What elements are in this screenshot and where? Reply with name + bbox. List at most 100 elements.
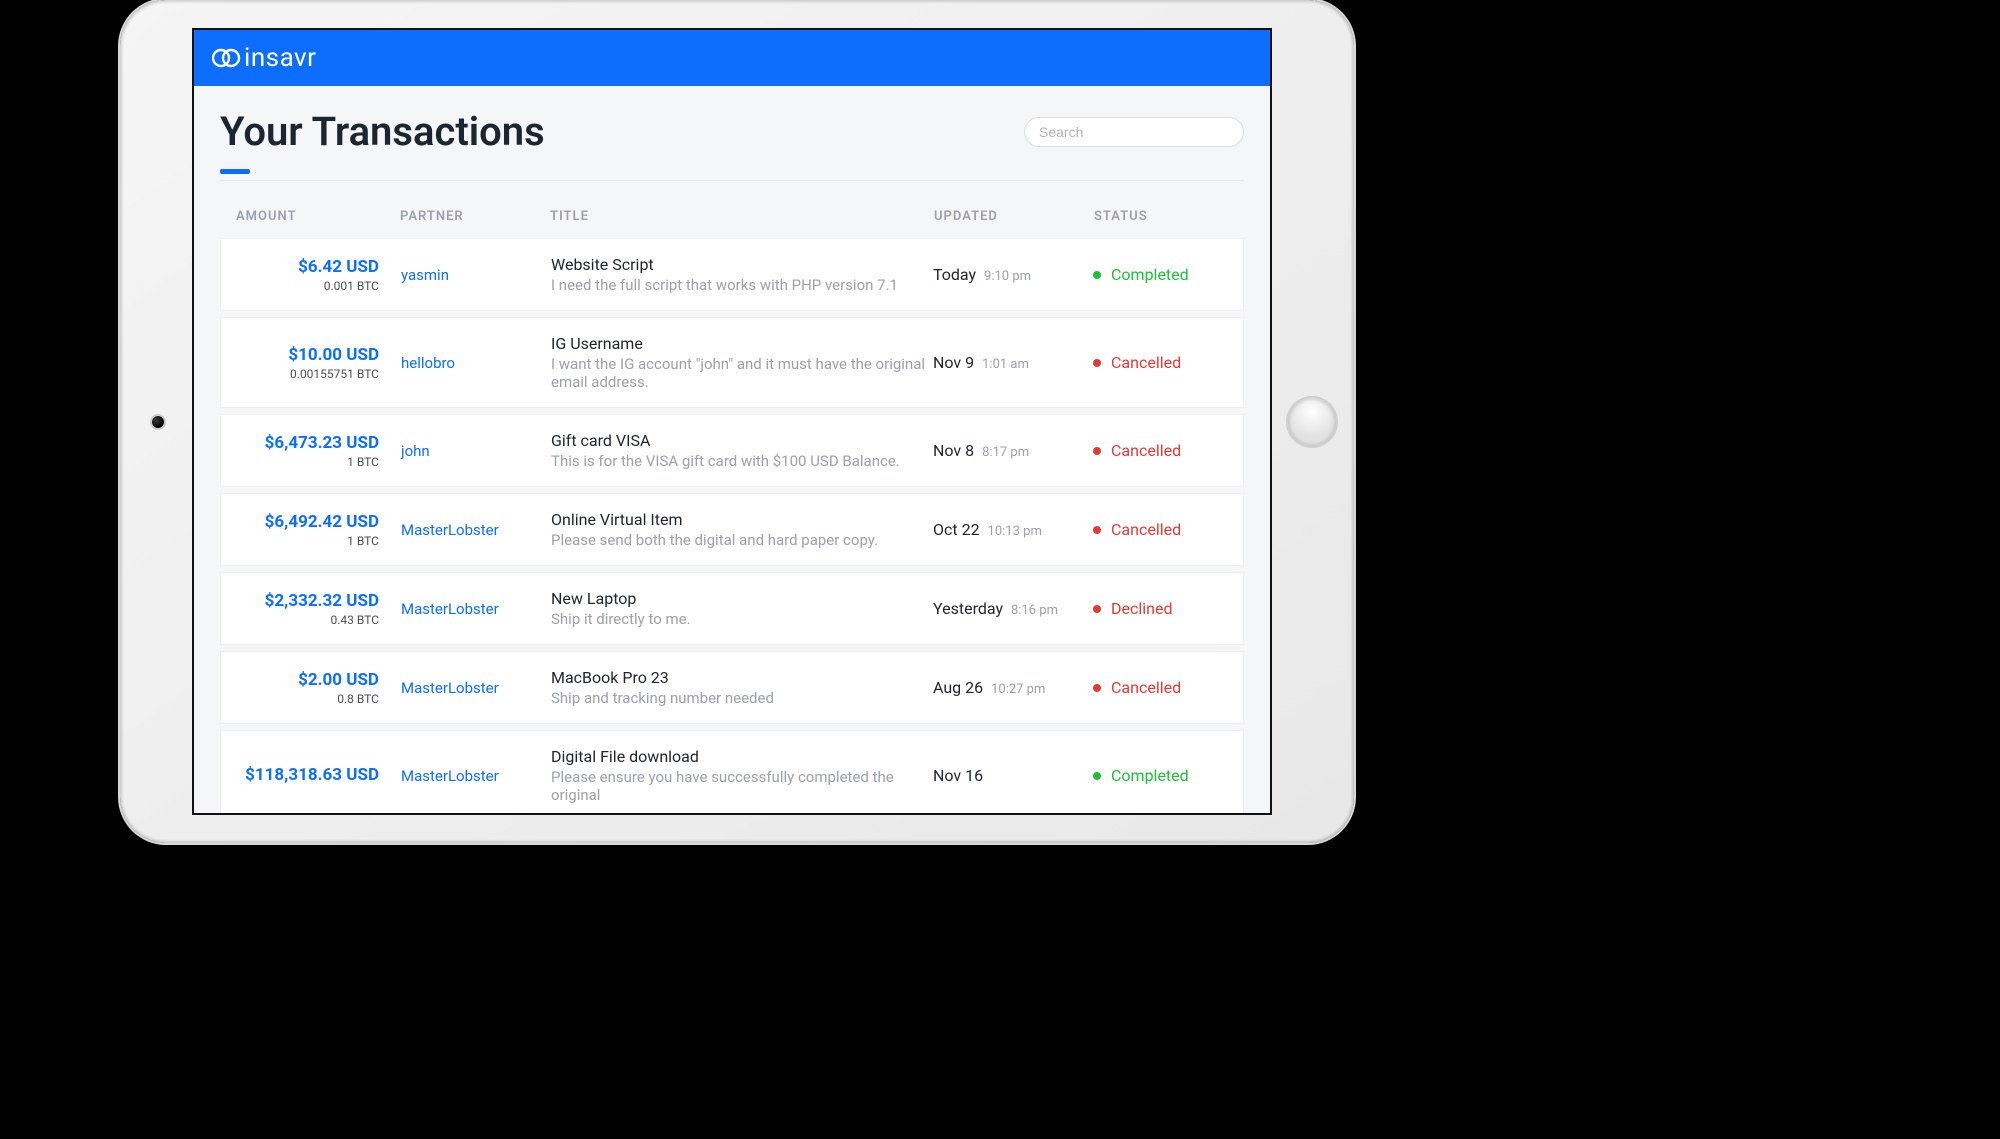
cell-amount: $6,492.42 USD 1 BTC — [231, 512, 401, 548]
table-body: $6.42 USD 0.001 BTC yasmin Website Scrip… — [220, 238, 1244, 815]
table-row[interactable]: $10.00 USD 0.00155751 BTC hellobro IG Us… — [220, 317, 1244, 408]
status-dot-icon — [1093, 684, 1101, 692]
partner-link[interactable]: hellobro — [401, 354, 551, 372]
transaction-desc: Ship and tracking number needed — [551, 689, 933, 707]
tablet-device-frame: insavr Your Transactions AMOUNT PARTNER … — [120, 0, 1354, 843]
page-content: Your Transactions AMOUNT PARTNER TITLE U… — [194, 86, 1270, 815]
amount-btc: 0.8 BTC — [231, 692, 379, 706]
cell-amount: $6,473.23 USD 1 BTC — [231, 433, 401, 469]
status-label: Completed — [1111, 265, 1189, 284]
transaction-title: New Laptop — [551, 589, 933, 608]
amount-usd: $6,492.42 USD — [231, 512, 379, 532]
status-label: Completed — [1111, 766, 1189, 785]
table-row[interactable]: $2.00 USD 0.8 BTC MasterLobster MacBook … — [220, 651, 1244, 724]
updated-date: Yesterday — [933, 599, 1003, 618]
page-title: Your Transactions — [220, 108, 545, 155]
status-label: Cancelled — [1111, 441, 1181, 460]
amount-btc: 1 BTC — [231, 455, 379, 469]
cell-title: MacBook Pro 23 Ship and tracking number … — [551, 668, 933, 707]
cell-updated: Nov 9 1:01 am — [933, 353, 1093, 372]
brand-logo[interactable]: insavr — [212, 43, 316, 73]
status-label: Cancelled — [1111, 678, 1181, 697]
amount-btc: 0.43 BTC — [231, 613, 379, 627]
transaction-desc: Please ensure you have successfully comp… — [551, 768, 933, 804]
cell-amount: $6.42 USD 0.001 BTC — [231, 257, 401, 293]
table-row[interactable]: $118,318.63 USD MasterLobster Digital Fi… — [220, 730, 1244, 815]
amount-btc: 0.001 BTC — [231, 279, 379, 293]
status-dot-icon — [1093, 271, 1101, 279]
cell-title: Online Virtual Item Please send both the… — [551, 510, 933, 549]
transaction-title: Online Virtual Item — [551, 510, 933, 529]
table-header: AMOUNT PARTNER TITLE UPDATED STATUS — [220, 181, 1244, 238]
search-input[interactable] — [1024, 117, 1244, 147]
updated-date: Nov 16 — [933, 766, 983, 785]
cell-title: New Laptop Ship it directly to me. — [551, 589, 933, 628]
table-row[interactable]: $2,332.32 USD 0.43 BTC MasterLobster New… — [220, 572, 1244, 645]
cell-amount: $2.00 USD 0.8 BTC — [231, 670, 401, 706]
transaction-desc: Ship it directly to me. — [551, 610, 933, 628]
amount-btc: 1 BTC — [231, 534, 379, 548]
cell-status: Cancelled — [1093, 678, 1233, 697]
amount-usd: $6,473.23 USD — [231, 433, 379, 453]
updated-time: 8:17 pm — [982, 445, 1029, 460]
table-row[interactable]: $6,473.23 USD 1 BTC john Gift card VISA … — [220, 414, 1244, 487]
cell-title: Digital File download Please ensure you … — [551, 747, 933, 804]
transaction-title: Gift card VISA — [551, 431, 933, 450]
cell-status: Completed — [1093, 766, 1233, 785]
cell-updated: Aug 26 10:27 pm — [933, 678, 1093, 697]
cell-status: Cancelled — [1093, 353, 1233, 372]
transaction-title: IG Username — [551, 334, 933, 353]
transaction-desc: I need the full script that works with P… — [551, 276, 933, 294]
status-label: Cancelled — [1111, 520, 1181, 539]
partner-link[interactable]: yasmin — [401, 266, 551, 284]
transaction-title: Digital File download — [551, 747, 933, 766]
brand-icon — [212, 47, 242, 69]
updated-date: Today — [933, 265, 976, 284]
cell-updated: Oct 22 10:13 pm — [933, 520, 1093, 539]
title-underline — [220, 169, 250, 174]
partner-link[interactable]: MasterLobster — [401, 600, 551, 618]
app-screen: insavr Your Transactions AMOUNT PARTNER … — [192, 28, 1272, 815]
transaction-desc: I want the IG account "john" and it must… — [551, 355, 933, 391]
amount-usd: $2,332.32 USD — [231, 591, 379, 611]
updated-date: Nov 9 — [933, 353, 974, 372]
cell-status: Cancelled — [1093, 520, 1233, 539]
status-dot-icon — [1093, 772, 1101, 780]
cell-status: Declined — [1093, 599, 1233, 618]
transaction-title: Website Script — [551, 255, 933, 274]
updated-date: Nov 8 — [933, 441, 974, 460]
partner-link[interactable]: john — [401, 442, 551, 460]
page-header-row: Your Transactions — [220, 108, 1244, 155]
transaction-desc: Please send both the digital and hard pa… — [551, 531, 933, 549]
cell-title: IG Username I want the IG account "john"… — [551, 334, 933, 391]
col-header-updated: UPDATED — [934, 209, 1094, 224]
col-header-status: STATUS — [1094, 209, 1234, 224]
updated-time: 1:01 am — [982, 357, 1029, 372]
device-home-button[interactable] — [1288, 398, 1336, 446]
cell-title: Gift card VISA This is for the VISA gift… — [551, 431, 933, 470]
col-header-title: TITLE — [550, 209, 934, 224]
partner-link[interactable]: MasterLobster — [401, 767, 551, 785]
status-label: Declined — [1111, 599, 1172, 618]
cell-amount: $118,318.63 USD — [231, 765, 401, 787]
cell-updated: Today 9:10 pm — [933, 265, 1093, 284]
status-dot-icon — [1093, 359, 1101, 367]
col-header-partner: PARTNER — [400, 209, 550, 224]
updated-time: 10:27 pm — [991, 682, 1045, 697]
partner-link[interactable]: MasterLobster — [401, 679, 551, 697]
cell-status: Cancelled — [1093, 441, 1233, 460]
status-label: Cancelled — [1111, 353, 1181, 372]
cell-amount: $2,332.32 USD 0.43 BTC — [231, 591, 401, 627]
device-camera — [152, 416, 164, 428]
transaction-title: MacBook Pro 23 — [551, 668, 933, 687]
table-row[interactable]: $6,492.42 USD 1 BTC MasterLobster Online… — [220, 493, 1244, 566]
amount-usd: $10.00 USD — [231, 345, 379, 365]
partner-link[interactable]: MasterLobster — [401, 521, 551, 539]
amount-usd: $2.00 USD — [231, 670, 379, 690]
table-row[interactable]: $6.42 USD 0.001 BTC yasmin Website Scrip… — [220, 238, 1244, 311]
brand-text: insavr — [244, 43, 316, 73]
status-dot-icon — [1093, 605, 1101, 613]
status-dot-icon — [1093, 447, 1101, 455]
updated-date: Aug 26 — [933, 678, 983, 697]
cell-updated: Nov 8 8:17 pm — [933, 441, 1093, 460]
